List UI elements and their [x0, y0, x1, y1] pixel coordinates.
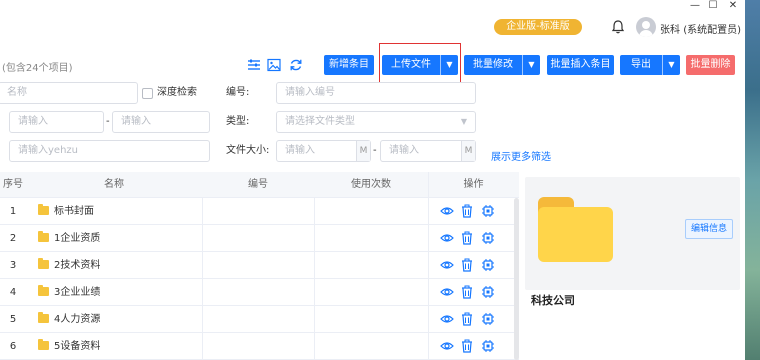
code-label: 编号: [226, 87, 250, 98]
size-min-input[interactable]: 请输入 M [276, 140, 371, 162]
header-usage: 使用次数 [351, 179, 391, 190]
table-scrollbar[interactable] [514, 198, 519, 360]
folder-icon [38, 285, 49, 296]
chip-icon[interactable] [481, 204, 495, 218]
more-filters-link[interactable]: 展示更多筛选 [491, 148, 551, 163]
chip-icon[interactable] [481, 231, 495, 245]
size-min-unit: M [356, 141, 370, 161]
type-label: 类型: [226, 116, 250, 127]
row-index: 6 [9, 341, 17, 352]
folder-icon [38, 258, 49, 269]
company-name: 科技公司 [531, 294, 575, 307]
edition-badge: 企业版-标准版 [494, 19, 582, 35]
export-button[interactable]: 导出 ▼ [620, 55, 680, 75]
size-max-input[interactable]: 请输入 M [380, 140, 476, 162]
size-label: 文件大小: [226, 145, 270, 156]
view-icon[interactable] [440, 258, 454, 272]
folder-icon [38, 312, 49, 323]
desktop-background [745, 0, 760, 360]
code-input[interactable]: 请输入编号 [276, 82, 476, 104]
batch-edit-dropdown-icon[interactable]: ▼ [522, 55, 540, 75]
deep-search-label: 深度检索 [157, 87, 197, 98]
row-index: 1 [9, 206, 17, 217]
row-index: 2 [9, 233, 17, 244]
view-icon[interactable] [440, 231, 454, 245]
chevron-down-icon: ▼ [460, 117, 467, 126]
chip-icon[interactable] [481, 312, 495, 326]
image-view-icon[interactable] [267, 58, 281, 72]
row-index: 3 [9, 260, 17, 271]
header-name: 名称 [104, 179, 124, 190]
view-icon[interactable] [440, 285, 454, 299]
export-dropdown-icon[interactable]: ▼ [662, 55, 680, 75]
row-name[interactable]: 5设备资料 [54, 333, 200, 360]
yehzu-input[interactable]: 请输入yehzu [9, 140, 210, 162]
new-item-button[interactable]: 新增条目 [324, 55, 374, 75]
batch-delete-button[interactable]: 批量删除 [686, 55, 735, 75]
size-separator: - [373, 145, 377, 156]
folder-preview-body [538, 207, 613, 262]
maximize-button[interactable]: ☐ [704, 0, 722, 14]
range-separator: - [106, 116, 110, 127]
avatar[interactable] [636, 17, 656, 37]
row-index: 5 [9, 314, 17, 325]
header-code: 编号 [248, 179, 268, 190]
delete-icon[interactable] [460, 258, 474, 272]
bell-icon[interactable] [610, 19, 626, 35]
type-select[interactable]: 请选择文件类型 ▼ [276, 111, 476, 133]
view-icon[interactable] [440, 312, 454, 326]
deep-search-checkbox[interactable] [142, 88, 153, 99]
size-max-unit: M [461, 141, 475, 161]
header-index: 序号 [3, 179, 23, 190]
delete-icon[interactable] [460, 312, 474, 326]
delete-icon[interactable] [460, 339, 474, 353]
delete-icon[interactable] [460, 285, 474, 299]
table-row[interactable]: 5 4人力资源 [0, 306, 519, 333]
row-name[interactable]: 1企业资质 [54, 225, 200, 252]
list-settings-icon[interactable] [247, 58, 261, 72]
batch-edit-button[interactable]: 批量修改 ▼ [464, 55, 540, 75]
folder-icon [38, 204, 49, 215]
table-header: 序号 名称 编号 使用次数 操作 [0, 172, 519, 198]
folder-icon [38, 339, 49, 350]
delete-icon[interactable] [460, 204, 474, 218]
header-ops: 操作 [463, 179, 484, 190]
row-name[interactable]: 3企业业绩 [54, 279, 200, 306]
range-start-input[interactable]: 请输入 [9, 111, 104, 133]
table-row[interactable]: 2 1企业资质 [0, 225, 519, 252]
chip-icon[interactable] [481, 258, 495, 272]
batch-insert-button[interactable]: 批量插入条目 [547, 55, 614, 75]
view-icon[interactable] [440, 339, 454, 353]
table-row[interactable]: 4 3企业业绩 [0, 279, 519, 306]
folder-icon [38, 231, 49, 242]
table-row[interactable]: 3 2技术资料 [0, 252, 519, 279]
edit-info-button[interactable]: 编辑信息 [685, 219, 733, 239]
name-search-input[interactable]: 名称 [0, 82, 138, 104]
minimize-button[interactable]: — [686, 0, 704, 14]
view-icon[interactable] [440, 204, 454, 218]
chip-icon[interactable] [481, 339, 495, 353]
item-count: (包含24个项目) [2, 63, 73, 74]
title-bar [0, 0, 745, 52]
row-name[interactable]: 标书封面 [54, 198, 200, 225]
chip-icon[interactable] [481, 285, 495, 299]
row-index: 4 [9, 287, 17, 298]
row-name[interactable]: 4人力资源 [54, 306, 200, 333]
table-row[interactable]: 6 5设备资料 [0, 333, 519, 360]
row-name[interactable]: 2技术资料 [54, 252, 200, 279]
table-row[interactable]: 1 标书封面 [0, 198, 519, 225]
refresh-icon[interactable] [289, 58, 303, 72]
delete-icon[interactable] [460, 231, 474, 245]
user-name[interactable]: 张科 (系统配置员) [660, 21, 741, 36]
close-button[interactable]: ✕ [724, 0, 742, 14]
range-end-input[interactable]: 请输入 [112, 111, 210, 133]
